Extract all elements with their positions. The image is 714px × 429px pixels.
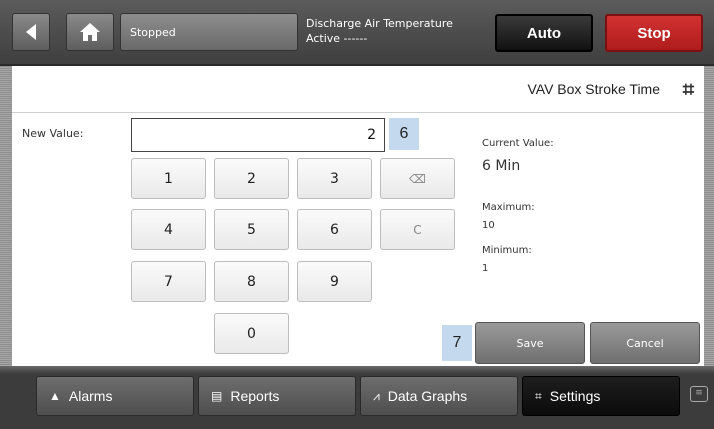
key-4[interactable]: 4 bbox=[131, 209, 206, 250]
key-0[interactable]: 0 bbox=[214, 313, 289, 354]
status-indicator: Stopped bbox=[120, 13, 298, 51]
minimum-value: 1 bbox=[482, 263, 489, 274]
chat-icon[interactable]: ≡ bbox=[690, 386, 708, 402]
key-2[interactable]: 2 bbox=[214, 158, 289, 199]
current-value: 6 Min bbox=[482, 158, 521, 174]
cancel-button[interactable]: Cancel bbox=[590, 322, 700, 364]
point-status: Active ------ bbox=[306, 32, 368, 45]
backspace-button[interactable]: ⌫ bbox=[380, 158, 455, 199]
back-button[interactable] bbox=[12, 13, 50, 51]
point-info: Discharge Air Temperature Active ------ bbox=[306, 16, 453, 46]
bell-icon: ▲ bbox=[49, 389, 61, 403]
bottom-nav: ▲ Alarms ▤ Reports ⩘ Data Graphs ⌗ Setti… bbox=[0, 366, 714, 429]
divider bbox=[12, 112, 704, 113]
home-button[interactable] bbox=[66, 13, 114, 51]
settings-icon: ⌗ bbox=[535, 388, 542, 403]
key-9[interactable]: 9 bbox=[297, 261, 372, 302]
tab-alarms[interactable]: ▲ Alarms bbox=[36, 376, 194, 416]
maximum-label: Maximum: bbox=[482, 202, 535, 213]
tab-settings-label: Settings bbox=[549, 388, 601, 404]
value-editor-panel: VAV Box Stroke Time ⌗ New Value: 2 6 1 2… bbox=[12, 66, 704, 366]
point-name: Discharge Air Temperature bbox=[306, 17, 453, 30]
tab-data-graphs-label: Data Graphs bbox=[387, 388, 468, 404]
new-value-label: New Value: bbox=[22, 127, 84, 140]
left-border bbox=[0, 66, 12, 366]
right-border bbox=[704, 66, 714, 366]
callout-6: 6 bbox=[389, 118, 419, 150]
document-icon: ▤ bbox=[211, 389, 223, 403]
tab-settings[interactable]: ⌗ Settings bbox=[522, 376, 680, 416]
auto-button[interactable]: Auto bbox=[495, 14, 593, 52]
graph-icon: ⩘ bbox=[373, 388, 380, 403]
clear-button[interactable]: C bbox=[380, 209, 455, 250]
current-value-block: Current Value: bbox=[482, 138, 554, 149]
maximum-value: 10 bbox=[482, 220, 495, 231]
settings-icon: ⌗ bbox=[682, 77, 694, 101]
key-8[interactable]: 8 bbox=[214, 261, 289, 302]
current-value-label: Current Value: bbox=[482, 138, 554, 149]
bottom-strip bbox=[0, 366, 714, 374]
status-text: Stopped bbox=[130, 25, 176, 39]
tab-reports[interactable]: ▤ Reports bbox=[198, 376, 356, 416]
minimum-label: Minimum: bbox=[482, 245, 532, 256]
page-title: VAV Box Stroke Time bbox=[527, 81, 660, 97]
save-button[interactable]: Save bbox=[475, 322, 585, 364]
backspace-icon: ⌫ bbox=[409, 171, 426, 186]
chevron-left-icon bbox=[26, 24, 36, 40]
key-1[interactable]: 1 bbox=[131, 158, 206, 199]
tab-data-graphs[interactable]: ⩘ Data Graphs bbox=[360, 376, 518, 416]
tab-reports-label: Reports bbox=[230, 388, 280, 404]
key-3[interactable]: 3 bbox=[297, 158, 372, 199]
top-bar: Stopped Discharge Air Temperature Active… bbox=[0, 0, 714, 66]
key-7[interactable]: 7 bbox=[131, 261, 206, 302]
key-6[interactable]: 6 bbox=[297, 209, 372, 250]
new-value-input[interactable]: 2 bbox=[131, 118, 385, 152]
key-5[interactable]: 5 bbox=[214, 209, 289, 250]
tab-alarms-label: Alarms bbox=[68, 388, 113, 404]
callout-7: 7 bbox=[442, 325, 472, 361]
stop-button[interactable]: Stop bbox=[605, 14, 703, 52]
home-icon bbox=[80, 23, 100, 41]
